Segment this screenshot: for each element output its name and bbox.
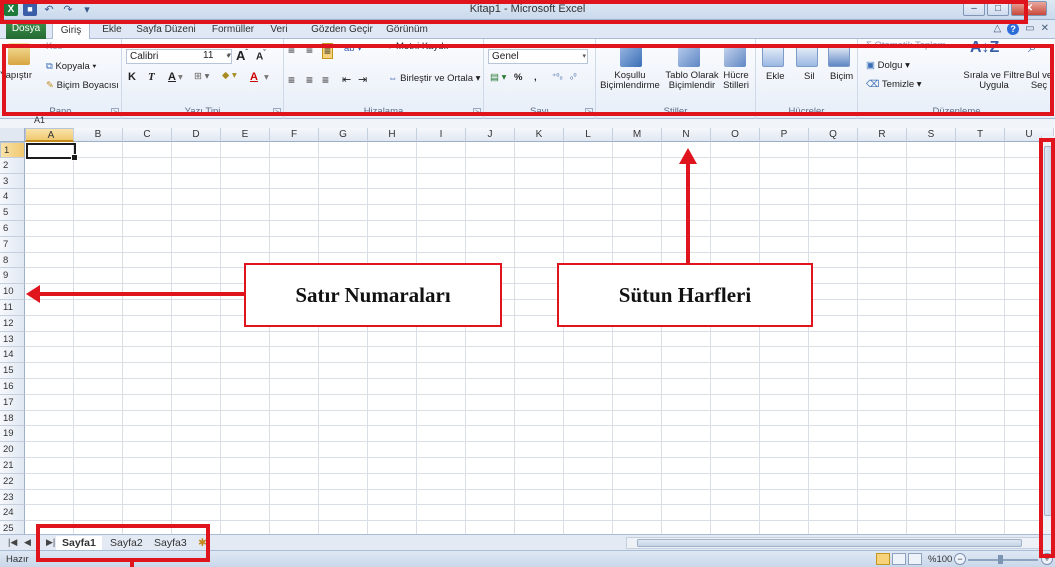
annotation-arrows <box>26 148 697 567</box>
arrowhead-columns-icon <box>679 148 697 164</box>
arrowhead-rows-icon <box>26 285 40 303</box>
